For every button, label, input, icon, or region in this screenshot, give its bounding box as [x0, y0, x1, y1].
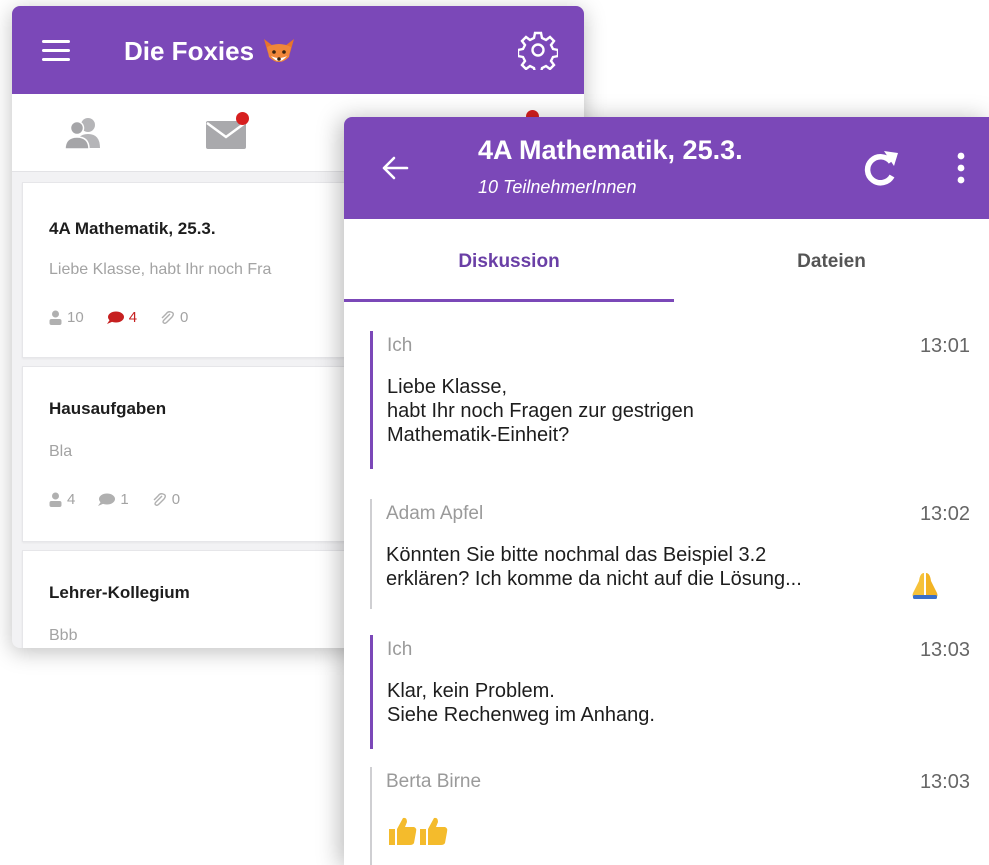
- message-count: 1: [97, 491, 129, 508]
- message-time: 13:03: [919, 639, 970, 661]
- person-icon: [49, 310, 62, 325]
- chat-header: 4A Mathematik, 25.3. 10 TeilnehmerInnen: [344, 117, 989, 219]
- back-arrow-icon[interactable]: [380, 153, 410, 183]
- thumbs-up-icon: [389, 817, 448, 845]
- message-sender: Ich: [387, 639, 413, 660]
- message-sender: Ich: [387, 335, 413, 356]
- group-preview: Bbb: [49, 627, 78, 644]
- member-count-value: 4: [67, 491, 76, 508]
- menu-icon[interactable]: [42, 40, 70, 62]
- tab-dateien[interactable]: Dateien: [674, 219, 989, 305]
- member-count: 10: [49, 309, 84, 326]
- group-title: Lehrer-Kollegium: [49, 583, 190, 602]
- attachment-count-value: 0: [171, 491, 181, 508]
- mail-notification-dot: [236, 112, 249, 125]
- message-item: Adam Apfel 13:02 Könnten Sie bitte nochm…: [370, 499, 970, 609]
- group-preview: Liebe Klasse, habt Ihr noch Fra: [49, 261, 272, 278]
- active-tab-indicator: [344, 299, 674, 302]
- chat-participant-count: 10 TeilnehmerInnen: [478, 177, 637, 197]
- message-count-value: 1: [120, 491, 129, 508]
- message-item: Ich 13:03 Klar, kein Problem. Siehe Rech…: [370, 635, 970, 749]
- mail-icon[interactable]: [206, 121, 246, 149]
- message-text: Liebe Klasse, habt Ihr noch Fragen zur g…: [387, 376, 694, 446]
- gear-icon[interactable]: [518, 30, 558, 70]
- tab-diskussion[interactable]: Diskussion: [344, 219, 674, 305]
- paperclip-icon: [153, 492, 166, 506]
- comment-icon: [106, 311, 124, 324]
- message-text: Klar, kein Problem. Siehe Rechenweg im A…: [387, 680, 655, 726]
- message-count: 4: [106, 309, 137, 326]
- message-time: 13:02: [919, 503, 970, 525]
- person-icon: [49, 492, 62, 507]
- message-time: 13:01: [919, 335, 970, 357]
- group-preview: Bla: [49, 443, 73, 460]
- message-item: Ich 13:01 Liebe Klasse, habt Ihr noch Fr…: [370, 331, 970, 469]
- attachment-count: 0: [159, 309, 188, 326]
- folded-hands-icon: [912, 573, 938, 599]
- app-title-text: Die Foxies: [124, 36, 255, 66]
- fox-icon: [264, 38, 295, 62]
- message-sender: Adam Apfel: [386, 503, 484, 524]
- member-count-value: 10: [67, 309, 84, 326]
- group-title: 4A Mathematik, 25.3.: [49, 219, 216, 238]
- group-title: Hausaufgaben: [49, 399, 167, 418]
- message-text: Könnten Sie bitte nochmal das Beispiel 3…: [386, 544, 802, 590]
- people-icon[interactable]: [64, 116, 102, 150]
- message-sender: Berta Birne: [386, 771, 482, 792]
- attachment-count-value: 0: [180, 309, 189, 326]
- message-count-value: 4: [128, 309, 138, 326]
- app-title: Die Foxies: [124, 36, 296, 67]
- group-stats: 4 1 0: [49, 491, 202, 508]
- refresh-icon[interactable]: [860, 149, 900, 189]
- comment-icon: [98, 493, 116, 506]
- message-time: 13:03: [919, 771, 970, 793]
- message-item: Berta Birne 13:03: [370, 767, 970, 865]
- group-list-header: Die Foxies: [12, 6, 584, 94]
- chat-tabs: Diskussion Dateien: [344, 219, 989, 305]
- member-count: 4: [49, 491, 75, 508]
- chat-screen: 4A Mathematik, 25.3. 10 TeilnehmerInnen …: [344, 117, 989, 865]
- attachment-count: 0: [151, 491, 180, 508]
- chat-title: 4A Mathematik, 25.3.: [478, 135, 743, 165]
- more-options-icon[interactable]: [956, 151, 966, 185]
- paperclip-icon: [161, 310, 174, 324]
- group-stats: 10 4 0: [49, 309, 210, 326]
